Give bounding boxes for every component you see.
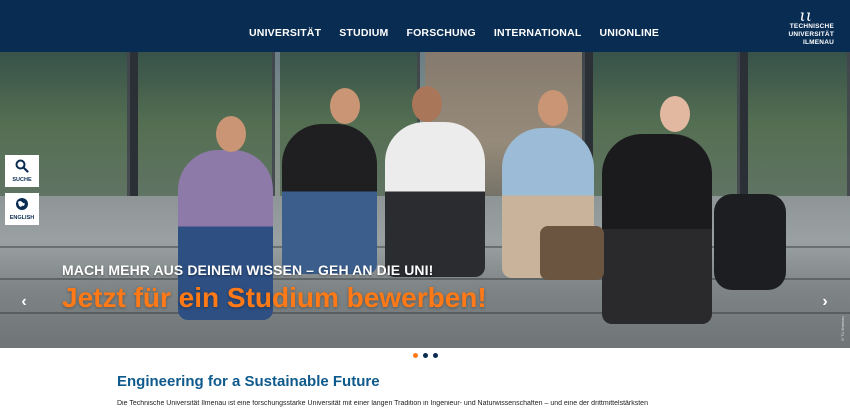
logo-mark: ιι — [799, 6, 812, 25]
search-button[interactable]: SUCHE — [5, 155, 39, 187]
nav-item-studium[interactable]: STUDIUM — [339, 27, 388, 39]
bag — [540, 226, 604, 280]
building-pillar — [740, 52, 748, 202]
photo-credit: ©TU Ilmenau — [840, 316, 845, 342]
hero-slider: MACH MEHR AUS DEINEM WISSEN – GEH AN DIE… — [0, 0, 850, 348]
slider-dot[interactable] — [422, 353, 428, 358]
student-head — [538, 90, 568, 126]
nav-item-international[interactable]: INTERNATIONAL — [494, 27, 582, 39]
student-head — [216, 116, 246, 152]
logo-line-2: ILMENAU — [802, 39, 834, 46]
top-navigation-bar: UNIVERSITÄT STUDIUM FORSCHUNG INTERNATIO… — [0, 0, 850, 52]
slider-pagination — [0, 353, 850, 358]
student-figure — [385, 122, 485, 277]
intro-paragraph: Die Technische Universität Ilmenau ist e… — [117, 400, 648, 407]
search-icon — [5, 159, 39, 175]
student-head — [412, 86, 442, 122]
globe-icon — [5, 197, 39, 213]
slider-prev-arrow[interactable]: ‹ — [17, 294, 31, 310]
hero-headline[interactable]: Jetzt für ein Studium bewerben! — [62, 282, 487, 314]
slider-dot[interactable] — [432, 353, 438, 358]
logo-line-1: TECHNISCHE UNIVERSITÄT — [788, 23, 834, 38]
nav-item-unionline[interactable]: UNIONLINE — [600, 27, 660, 39]
language-label: ENGLISH — [9, 215, 35, 221]
page-title: Engineering for a Sustainable Future — [117, 373, 380, 390]
slider-dot-active[interactable] — [412, 353, 418, 358]
search-label: SUCHE — [12, 177, 32, 183]
hero-kicker: MACH MEHR AUS DEINEM WISSEN – GEH AN DIE… — [62, 262, 434, 278]
student-head — [660, 96, 690, 132]
nav-item-forschung[interactable]: FORSCHUNG — [406, 27, 475, 39]
student-figure — [602, 134, 712, 324]
university-logo[interactable]: ιι TECHNISCHE UNIVERSITÄT ILMENAU — [744, 6, 834, 47]
main-navigation: UNIVERSITÄT STUDIUM FORSCHUNG INTERNATIO… — [249, 27, 677, 39]
slider-next-arrow[interactable]: › — [818, 294, 832, 310]
building-pillar — [130, 52, 138, 202]
language-switch-button[interactable]: ENGLISH — [5, 193, 39, 225]
nav-item-universitaet[interactable]: UNIVERSITÄT — [249, 27, 321, 39]
student-head — [330, 88, 360, 124]
backpack — [714, 194, 786, 290]
student-figure — [282, 124, 377, 274]
building-window — [745, 52, 850, 202]
